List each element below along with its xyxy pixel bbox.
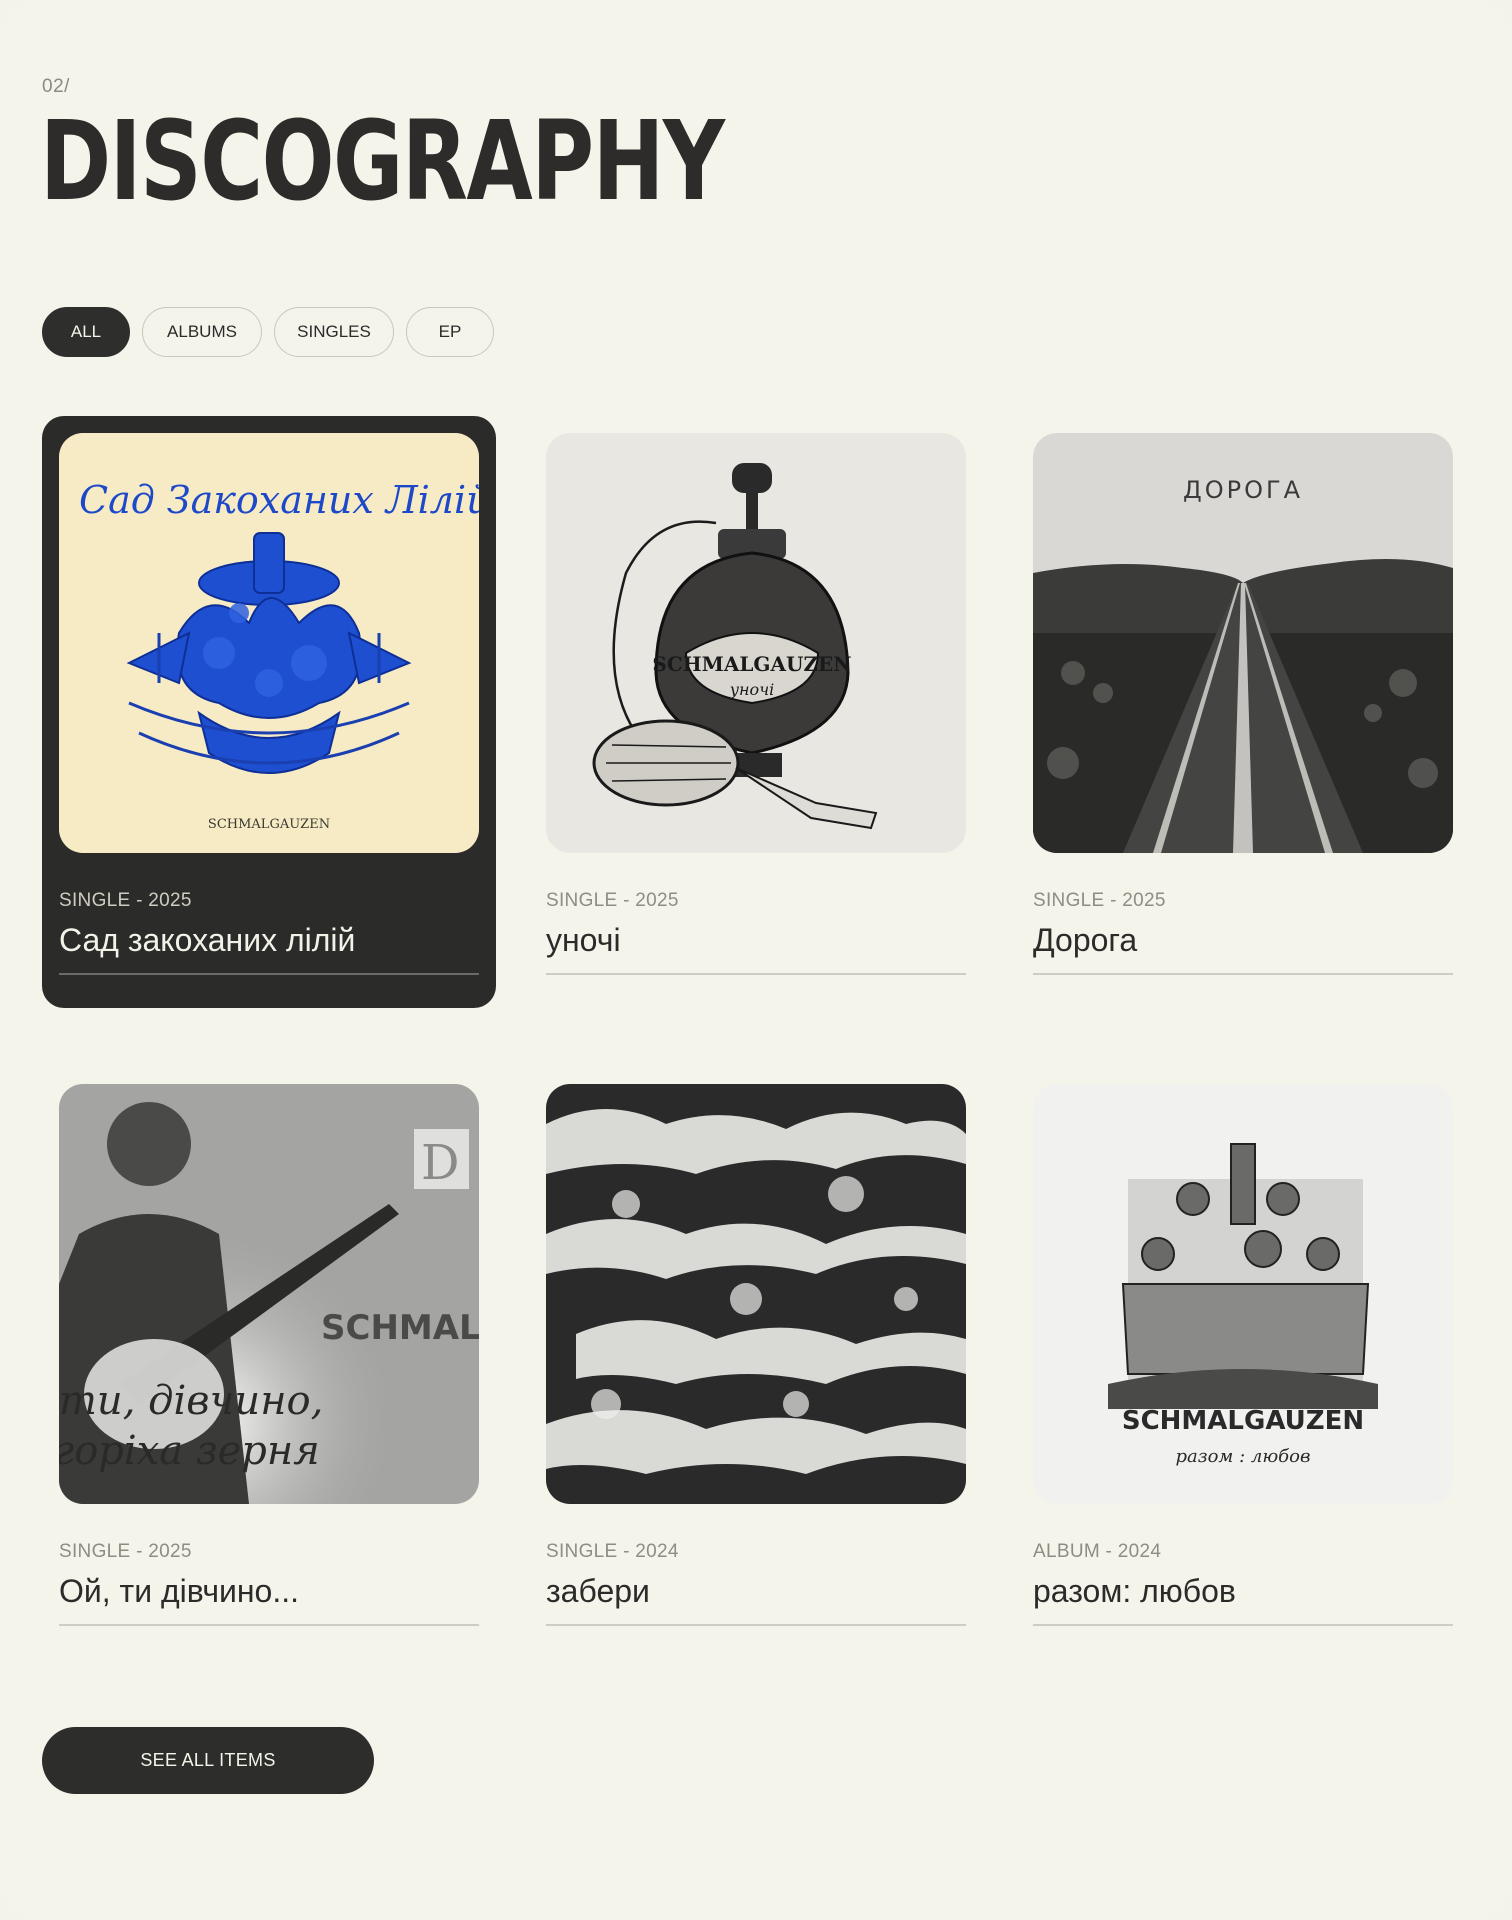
- cover-handwriting: Сад Закоханих Лілій: [79, 478, 479, 522]
- cover-artist: SCHMALGAUZEN: [652, 652, 851, 676]
- cover-corner-letter: D: [421, 1135, 459, 1191]
- filter-bar: ALL ALBUMS SINGLES EP: [42, 307, 494, 357]
- see-all-button[interactable]: SEE ALL ITEMS: [42, 1727, 374, 1794]
- discography-section: 02/ DISCOGRAPHY ALL ALBUMS SINGLES EP Са…: [0, 0, 1512, 1920]
- release-meta: ALBUM - 2024: [1033, 1541, 1162, 1562]
- release-meta: SINGLE - 2025: [546, 890, 679, 911]
- filter-albums-chip[interactable]: ALBUMS: [142, 307, 262, 357]
- filter-ep-chip[interactable]: EP: [406, 307, 494, 357]
- release-title[interactable]: Ой, ти дівчино...: [59, 1573, 299, 1610]
- release-title[interactable]: уночі: [546, 922, 621, 959]
- cover-caption: ДОРОГА: [1183, 476, 1303, 504]
- album-cover: D SCHMALG ти, дівчино, горіха зерня: [59, 1084, 479, 1504]
- release-meta: SINGLE - 2024: [546, 1541, 679, 1562]
- page-title: DISCOGRAPHY: [40, 97, 725, 225]
- release-meta: SINGLE - 2025: [59, 890, 192, 911]
- release-card[interactable]: D SCHMALG ти, дівчино, горіха зерня SING…: [42, 1067, 496, 1659]
- release-card[interactable]: SINGLE - 2024 забери: [529, 1067, 983, 1659]
- release-meta: SINGLE - 2025: [59, 1541, 192, 1562]
- cover-artist: SCHMALGAUZEN: [1122, 1406, 1364, 1436]
- divider: [546, 1624, 966, 1626]
- cover-artist: SCHMALG: [321, 1308, 479, 1348]
- release-card[interactable]: ДОРОГА SINGLE - 2025 Дорога: [1016, 416, 1470, 1008]
- album-cover: ДОРОГА: [1033, 433, 1453, 853]
- cover-artist: SCHMALGAUZEN: [208, 817, 330, 832]
- cover-line-2: горіха зерня: [59, 1428, 320, 1474]
- release-card[interactable]: SCHMALGAUZEN разом : любов ALBUM - 2024 …: [1016, 1067, 1470, 1659]
- divider: [59, 973, 479, 975]
- filter-singles-chip[interactable]: SINGLES: [274, 307, 394, 357]
- cover-subtitle: разом : любов: [1176, 1446, 1311, 1467]
- divider: [59, 1624, 479, 1626]
- section-number: 02/: [42, 76, 70, 97]
- filter-all-chip[interactable]: ALL: [42, 307, 130, 357]
- release-title[interactable]: забери: [546, 1573, 650, 1610]
- cover-line-1: ти, дівчино,: [59, 1378, 323, 1424]
- release-title[interactable]: Дорога: [1033, 922, 1137, 959]
- album-cover: [546, 1084, 966, 1504]
- release-title[interactable]: Сад закоханих лілій: [59, 922, 355, 959]
- release-title[interactable]: разом: любов: [1033, 1573, 1236, 1610]
- album-cover: SCHMALGAUZEN разом : любов: [1033, 1084, 1453, 1504]
- album-cover: SCHMALGAUZEN уночі: [546, 433, 966, 853]
- album-cover: Сад Закоханих Лілій SCHMALGAUZEN: [59, 433, 479, 853]
- release-card[interactable]: SCHMALGAUZEN уночі SINGLE - 2025 уночі: [529, 416, 983, 1008]
- divider: [546, 973, 966, 975]
- divider: [1033, 973, 1453, 975]
- release-card[interactable]: Сад Закоханих Лілій SCHMALGAUZEN SINGLE …: [42, 416, 496, 1008]
- release-meta: SINGLE - 2025: [1033, 890, 1166, 911]
- divider: [1033, 1624, 1453, 1626]
- cover-subtitle: уночі: [729, 680, 775, 699]
